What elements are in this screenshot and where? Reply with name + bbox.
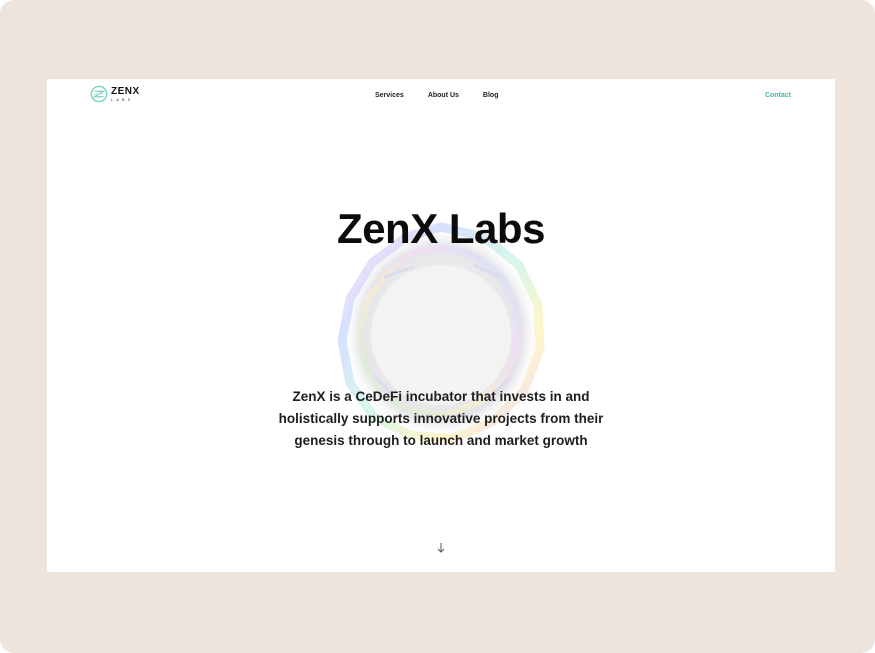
down-arrow-icon[interactable] [435,541,447,555]
nav-link-about-us[interactable]: About Us [428,92,459,99]
device-frame: ZENX LABS Services About Us Blog Contact [0,0,875,653]
zenx-logo-icon [90,85,108,103]
brand-logo[interactable]: ZENX LABS [90,85,140,103]
nav-link-blog[interactable]: Blog [483,92,499,99]
nav-link-services[interactable]: Services [375,92,404,99]
brand-wordmark: ZENX LABS [111,85,140,102]
hero-title: ZenX Labs [337,205,545,252]
nav-links: Services About Us Blog [375,92,498,99]
brand-sub: LABS [111,96,134,102]
brand-name: ZENX [111,85,140,97]
top-nav: ZENX LABS Services About Us Blog Contact [47,79,835,115]
hero-description: ZenX is a CeDeFi incubator that invests … [278,389,604,448]
contact-link[interactable]: Contact [765,92,791,99]
website-screen: ZENX LABS Services About Us Blog Contact [47,79,835,572]
